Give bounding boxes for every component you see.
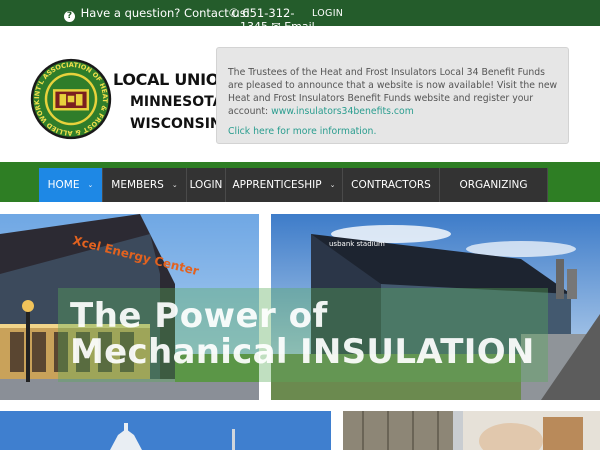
capitol-photo[interactable]: [0, 411, 331, 450]
nav-item-members[interactable]: MEMBERS ⌄: [103, 168, 187, 202]
nav-item-label: LOGIN: [189, 179, 223, 191]
brand-state-wisconsin: WISCONSIN: [130, 116, 222, 132]
brand-state-minnesota: MINNESOTA: [130, 94, 224, 110]
main-nav-strip: HOME ⌄ MEMBERS ⌄ LOGIN APPRENTICESHIP ⌄ …: [0, 162, 600, 202]
hero-heading-line2: Mechanical INSULATION: [70, 332, 535, 372]
phone-number: 651-312-: [242, 6, 295, 20]
nav-item-apprenticeship[interactable]: APPRENTICESHIP ⌄: [226, 168, 343, 202]
question-circle-icon: ?: [64, 11, 75, 22]
nav-item-login[interactable]: LOGIN: [187, 168, 226, 202]
chevron-down-icon: ⌄: [329, 181, 336, 189]
svg-text:usbank stadium: usbank stadium: [329, 240, 385, 248]
nav-item-label: ORGANIZING: [459, 179, 528, 191]
announcement-box: The Trustees of the Heat and Frost Insul…: [216, 47, 569, 144]
contact-question-text: Have a question? Contact us!: [80, 6, 251, 20]
nav-item-contractors[interactable]: CONTRACTORS: [343, 168, 440, 202]
phone-link[interactable]: ✆ 651-312-: [229, 6, 295, 20]
chevron-down-icon: ⌄: [171, 181, 178, 189]
nav-item-label: APPRENTICESHIP: [232, 179, 322, 191]
benefits-site-link[interactable]: www.insulators34benefits.com: [271, 106, 414, 117]
hero-banner: The Power of Mechanical INSULATION: [58, 288, 548, 382]
nav-item-label: CONTRACTORS: [351, 179, 431, 191]
top-bar: ? Have a question? Contact us! ✆ 651-312…: [0, 0, 600, 33]
nav-item-organizing[interactable]: ORGANIZING: [440, 168, 548, 202]
more-info-link[interactable]: Click here for more information.: [228, 125, 558, 138]
worker-photo[interactable]: [343, 411, 600, 450]
phone-icon: ✆: [229, 6, 239, 20]
hero-heading-line1: The Power of: [70, 296, 328, 336]
union-seal-logo[interactable]: INT'L ASSOCIATION OF HEAT & FROST & ALLI…: [30, 58, 112, 140]
chevron-down-icon: ⌄: [87, 181, 94, 189]
nav-item-label: MEMBERS: [111, 179, 164, 191]
site-header: INT'L ASSOCIATION OF HEAT & FROST & ALLI…: [0, 26, 600, 162]
contact-question[interactable]: ? Have a question? Contact us!: [64, 6, 250, 22]
main-nav: HOME ⌄ MEMBERS ⌄ LOGIN APPRENTICESHIP ⌄ …: [39, 168, 548, 202]
nav-item-home[interactable]: HOME ⌄: [39, 168, 103, 202]
nav-item-label: HOME: [47, 179, 80, 191]
top-login-link[interactable]: LOGIN: [312, 8, 343, 19]
